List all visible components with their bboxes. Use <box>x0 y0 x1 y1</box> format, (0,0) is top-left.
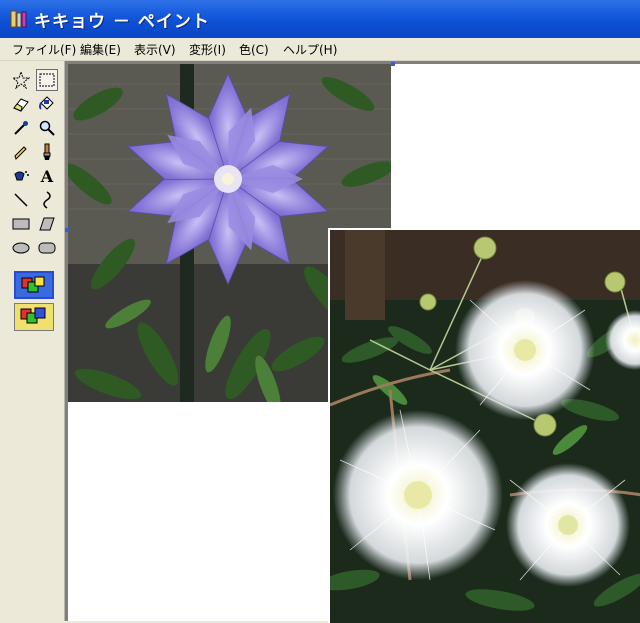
menu-image[interactable]: 変形(I) <box>189 41 226 58</box>
ellipse-icon[interactable] <box>10 237 32 259</box>
selection-handle[interactable] <box>65 228 69 232</box>
rectangle-icon[interactable] <box>10 213 32 235</box>
menu-bar: ファイル(F) 編集(E) 表示(V) 変形(I) 色(C) ヘルプ(H) <box>0 38 640 61</box>
transparent-option-icon[interactable] <box>14 303 54 331</box>
eraser-icon[interactable] <box>10 93 32 115</box>
rounded-rect-icon[interactable] <box>36 237 58 259</box>
polygon-icon[interactable] <box>36 213 58 235</box>
opaque-option-icon[interactable] <box>14 271 54 299</box>
brush-icon[interactable] <box>36 141 58 163</box>
magnifier-icon[interactable] <box>36 117 58 139</box>
window-title: キキョウ － ペイント <box>34 12 210 32</box>
line-icon[interactable] <box>10 189 32 211</box>
menu-help[interactable]: ヘルプ(H) <box>283 41 337 58</box>
paint-bucket-icon[interactable] <box>36 93 58 115</box>
curve-icon[interactable] <box>36 189 58 211</box>
selection-handle[interactable] <box>391 62 395 66</box>
menu-file[interactable]: ファイル(F) <box>12 41 76 58</box>
menu-edit[interactable]: 編集(E) <box>80 41 121 58</box>
airbrush-icon[interactable] <box>10 165 32 187</box>
text-icon[interactable]: A <box>36 165 58 187</box>
rect-select-icon[interactable] <box>36 69 58 91</box>
menu-view[interactable]: 表示(V) <box>134 41 176 58</box>
toolbox: A <box>0 61 65 621</box>
eyedropper-icon[interactable] <box>10 117 32 139</box>
free-select-icon[interactable] <box>10 69 32 91</box>
paint-app-icon <box>10 10 27 28</box>
mimosa-photo[interactable] <box>328 228 640 623</box>
menu-colors[interactable]: 色(C) <box>239 41 269 58</box>
pencil-icon[interactable] <box>10 141 32 163</box>
title-bar: キキョウ － ペイント <box>0 0 640 38</box>
